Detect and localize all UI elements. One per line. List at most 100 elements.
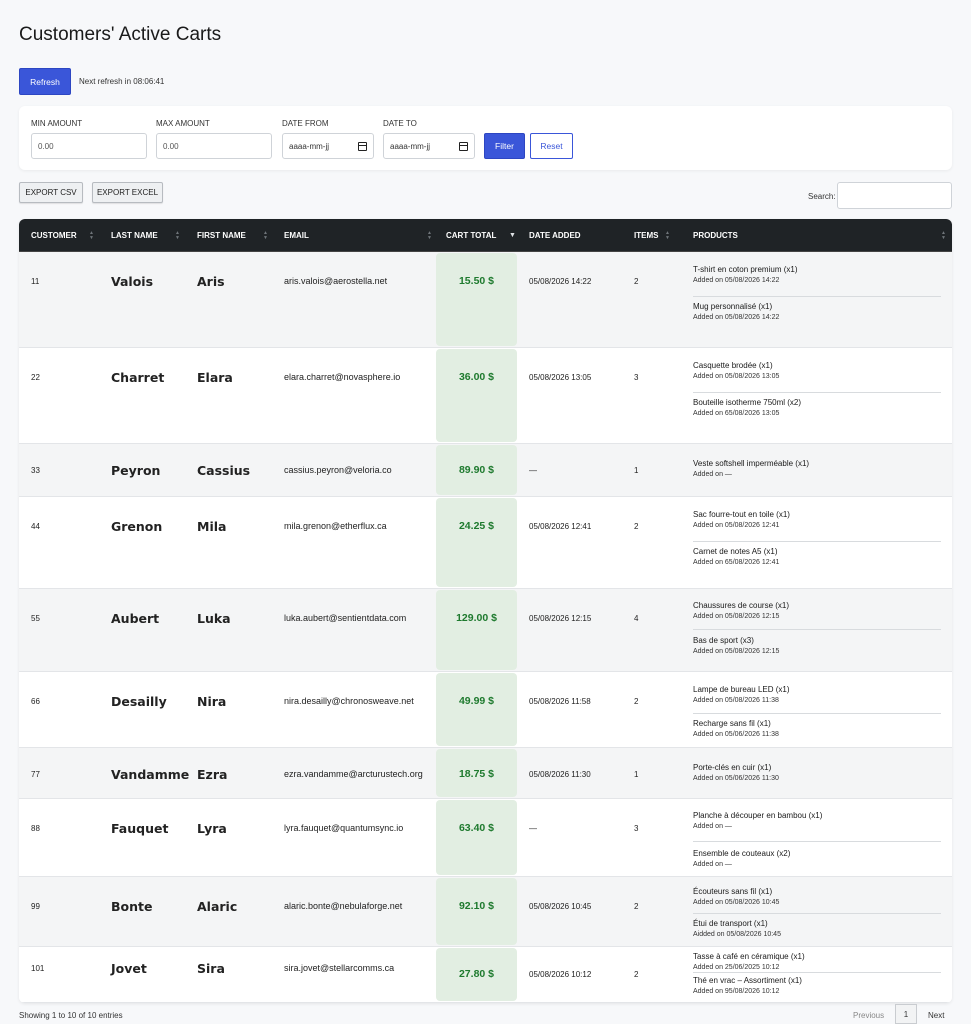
product-added-date: Added on 05/08/2026 13:05 <box>693 373 780 380</box>
date-added: 05/08/2026 12:41 <box>529 522 592 531</box>
customer-id: 33 <box>31 466 40 475</box>
table-row[interactable]: 101 Jovet Sira sira.jovet@stellarcomms.ca 27… <box>19 947 952 1003</box>
column-header-date-added[interactable]: DATE ADDED <box>529 219 581 252</box>
refresh-countdown: Next refresh in 08:06:41 <box>79 77 165 86</box>
product-entry: Lampe de bureau LED (x1) Added on 05/08/2… <box>693 685 941 704</box>
table-row[interactable]: 66 Desailly Nira nira.desailly@chronosweave… <box>19 672 952 748</box>
date-added: 05/08/2026 14:22 <box>529 277 592 286</box>
column-header-items[interactable]: ITEMS <box>634 219 658 252</box>
first-name: Alaric <box>197 899 238 914</box>
column-header-customer[interactable]: CUSTOMER <box>31 219 77 252</box>
cart-total-highlight <box>436 253 517 346</box>
product-divider <box>693 392 941 393</box>
refresh-button[interactable]: Refresh <box>19 68 71 95</box>
sort-icon[interactable]: ▲ ▼ <box>89 219 94 252</box>
product-added-date: Added on 05/08/2026 12:15 <box>693 648 780 655</box>
sort-icon[interactable]: ▲ ▼ <box>263 219 268 252</box>
table-row[interactable]: 88 Fauquet Lyra lyra.fauquet@quantumsync.io… <box>19 799 952 877</box>
product-name: Écouteurs sans fil (x1) <box>693 887 773 896</box>
reset-button[interactable]: Reset <box>530 133 573 159</box>
sort-icon[interactable]: ▲ ▼ <box>941 219 946 252</box>
first-name: Ezra <box>197 767 228 782</box>
product-entry: Porte-clés en cuir (x1) Added on 05/06/20… <box>693 763 941 782</box>
cart-total: 27.80 $ <box>458 968 495 980</box>
items-count: 2 <box>634 902 639 911</box>
sort-icon[interactable]: ▼ <box>509 219 516 252</box>
filter-button[interactable]: Filter <box>484 133 525 159</box>
last-name: Bonte <box>111 899 153 914</box>
table-header: CUSTOMER ▲ ▼ LAST NAME ▲ ▼ FIRST NAME ▲ ▼ EMAIL ▲ ▼… <box>19 219 952 252</box>
last-name: Grenon <box>111 519 163 534</box>
last-name: Desailly <box>111 694 167 709</box>
date-from-input[interactable]: aaaa-mm-jj <box>282 133 374 159</box>
sort-icon[interactable]: ▲ ▼ <box>665 219 670 252</box>
customer-id: 55 <box>31 614 40 623</box>
max-amount-input[interactable]: 0.00 <box>156 133 272 159</box>
product-name: Ensemble de couteaux (x2) <box>693 849 791 858</box>
product-divider <box>693 972 941 973</box>
product-name: Bas de sport (x3) <box>693 636 754 645</box>
table-row[interactable]: 33 Peyron Cassius cassius.peyron@veloria.co… <box>19 444 952 497</box>
column-header-products[interactable]: PRODUCTS <box>693 219 738 252</box>
cart-total: 15.50 $ <box>458 275 495 287</box>
email-address: sira.jovet@stellarcomms.ca <box>284 963 395 973</box>
search-input[interactable] <box>837 182 952 209</box>
cart-total-highlight <box>436 673 517 746</box>
calendar-icon[interactable] <box>358 141 367 151</box>
table-row[interactable]: 77 Vandamme Ezra ezra.vandamme@arcturustech… <box>19 748 952 799</box>
date-to-input[interactable]: aaaa-mm-jj <box>383 133 475 159</box>
sort-icon[interactable]: ▲ ▼ <box>427 219 432 252</box>
items-count: 2 <box>634 277 639 286</box>
items-count: 3 <box>634 373 639 382</box>
cart-total: 18.75 $ <box>458 768 495 780</box>
first-name: Cassius <box>197 463 251 478</box>
search-label: Search: <box>808 192 836 201</box>
table-row[interactable]: 44 Grenon Mila mila.grenon@etherflux.ca 24.2… <box>19 497 952 589</box>
email-address: ezra.vandamme@arcturustech.org <box>284 769 423 779</box>
min-amount-input[interactable]: 0.00 <box>31 133 147 159</box>
pagination-next[interactable]: Next <box>928 1011 944 1020</box>
product-added-date: Added on 05/08/2026 14:22 <box>693 277 780 284</box>
date-added: — <box>529 824 537 833</box>
product-name: Chaussures de course (x1) <box>693 601 790 610</box>
customer-id: 101 <box>31 964 45 973</box>
table-row[interactable]: 55 Aubert Luka luka.aubert@sentientdata.com… <box>19 589 952 672</box>
date-to-label: DATE TO <box>383 119 417 128</box>
cart-total: 36.00 $ <box>458 371 495 383</box>
product-added-date: Added on 05/08/2026 10:45 <box>693 899 780 906</box>
email-address: lyra.fauquet@quantumsync.io <box>284 823 404 833</box>
last-name: Vandamme <box>111 767 190 782</box>
calendar-icon[interactable] <box>459 141 468 151</box>
product-added-date: Added on 65/08/2026 13:05 <box>693 410 780 417</box>
first-name: Elara <box>197 370 233 385</box>
pagination-page[interactable]: 1 <box>895 1004 917 1024</box>
product-entry: Casquette brodée (x1) Added on 05/08/2026… <box>693 361 941 380</box>
table-info: Showing 1 to 10 of 10 entries <box>19 1011 123 1020</box>
column-header-first-name[interactable]: FIRST NAME <box>197 219 246 252</box>
email-address: cassius.peyron@veloria.co <box>284 465 392 475</box>
export-excel-button[interactable]: EXPORT EXCEL <box>92 182 163 203</box>
min-amount-label: MIN AMOUNT <box>31 119 83 128</box>
column-header-last-name[interactable]: LAST NAME <box>111 219 158 252</box>
export-csv-button[interactable]: EXPORT CSV <box>19 182 83 203</box>
table-row[interactable]: 11 Valois Aris aris.valois@aerostella.net 15… <box>19 252 952 348</box>
pagination-previous[interactable]: Previous <box>853 1011 884 1020</box>
first-name: Mila <box>197 519 227 534</box>
column-header-email[interactable]: EMAIL <box>284 219 309 252</box>
product-name: Porte-clés en cuir (x1) <box>693 763 772 772</box>
column-header-cart-total[interactable]: CART TOTAL <box>446 219 496 252</box>
sort-icon[interactable]: ▲ ▼ <box>175 219 180 252</box>
last-name: Valois <box>111 274 154 289</box>
items-count: 2 <box>634 697 639 706</box>
product-added-date: Added on 05/08/2026 12:41 <box>693 522 780 529</box>
first-name: Lyra <box>197 821 227 836</box>
product-divider <box>693 541 941 542</box>
table-row[interactable]: 99 Bonte Alaric alaric.bonte@nebulaforge.ne… <box>19 877 952 947</box>
table-row[interactable]: 22 Charret Elara elara.charret@novasphere.i… <box>19 348 952 444</box>
product-entry: Carnet de notes A5 (x1) Added on 65/08/20… <box>693 547 941 566</box>
items-count: 2 <box>634 970 639 979</box>
cart-total: 129.00 $ <box>456 612 497 624</box>
product-entry: Thé en vrac – Assortiment (x1) Added on 9… <box>693 976 941 995</box>
last-name: Jovet <box>111 961 147 976</box>
email-address: elara.charret@novasphere.io <box>284 372 401 382</box>
